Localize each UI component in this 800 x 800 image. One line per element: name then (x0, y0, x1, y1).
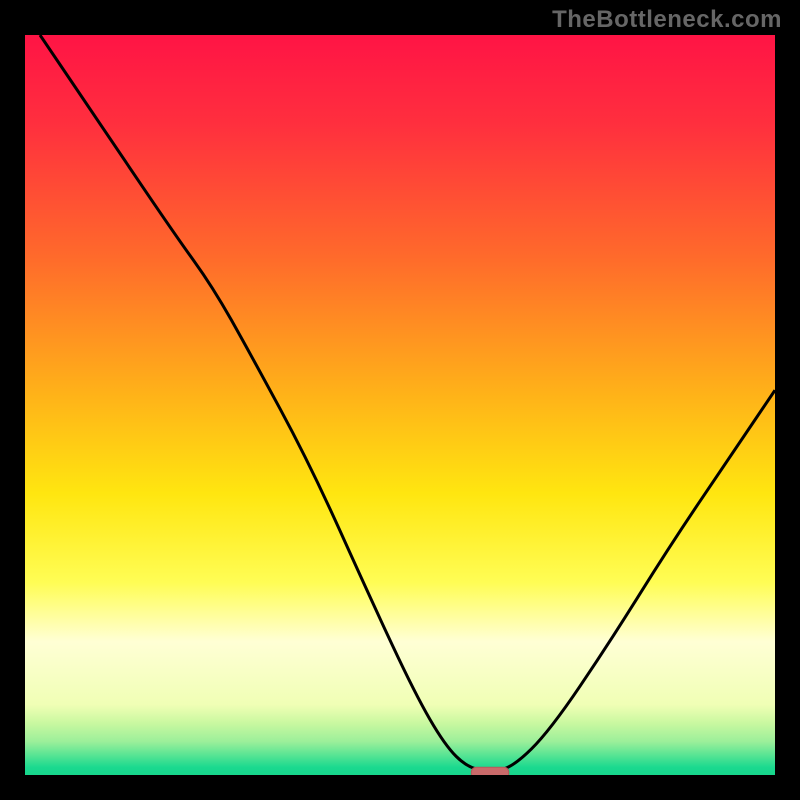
watermark-text: TheBottleneck.com (552, 6, 782, 34)
plot-area (25, 35, 775, 775)
bottleneck-chart (25, 35, 775, 775)
chart-frame: TheBottleneck.com (0, 0, 800, 800)
bottleneck-marker (471, 767, 509, 775)
